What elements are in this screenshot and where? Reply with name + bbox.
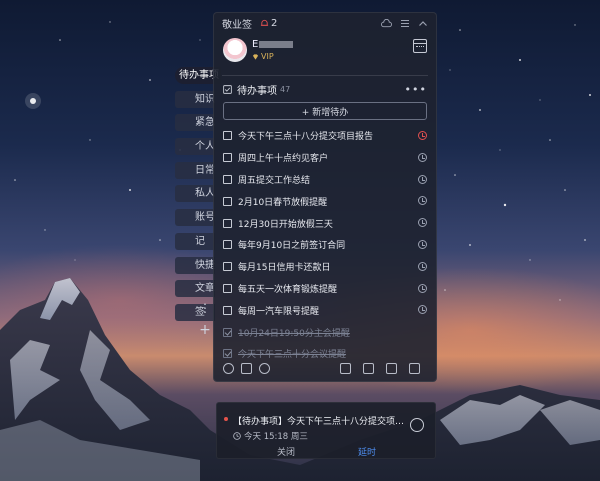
alarm-clock-icon[interactable] [418,218,427,228]
task-checkbox[interactable] [223,262,232,272]
tag-shortcut[interactable]: 快捷 [175,256,215,274]
task-list: 今天下午三点十八分提交项目报告 周四上午十点约见客户 周五提交工作总结 2月10… [214,125,436,365]
calendar-icon[interactable] [413,39,427,53]
task-checkbox[interactable] [223,131,232,141]
collapse-chevron-icon[interactable] [418,19,428,28]
reminder-time: 今天 15:18 周三 [233,430,308,442]
list-count: 47 [280,84,291,94]
mark-done-circle-icon[interactable] [410,418,424,432]
search-icon[interactable] [259,362,270,374]
alarm-clock-icon[interactable] [418,305,427,315]
alarm-clock-icon[interactable] [418,261,427,271]
avatar[interactable] [223,38,247,62]
completed-task-item[interactable]: 10月24日19:50分主会提醒 [214,321,436,343]
alarm-clock-icon[interactable] [418,239,427,249]
vip-label: VIP [261,52,274,61]
task-text: 今天下午三点十八分提交项目报告 [238,132,374,143]
bell-icon [260,19,269,26]
notification-count: 2 [271,17,278,29]
tag-daily[interactable]: 日常 [175,161,215,179]
list-title: 待办事项 [237,85,277,97]
reminder-message: 【待办事项】今天下午三点十八分提交项目报告 [233,417,408,427]
clock-icon [233,432,241,440]
list-more-icon[interactable]: ••• [405,83,427,96]
username-redaction [259,41,293,48]
sticky-note-panel: 敬业签 2 E VIP 待办事项 47 ••• + 新增待办 今天下午三点十八分… [213,12,437,382]
task-text: 每月15日信用卡还款日 [238,263,331,274]
task-item[interactable]: 每年9月10日之前签订合同 [214,234,436,256]
grid-view-icon[interactable] [386,362,397,374]
task-text: 每五天一次体育锻炼提醒 [238,284,338,295]
vip-badge: VIP [252,52,274,61]
task-text: 12月30日开始放假三天 [238,219,333,230]
tag-personal[interactable]: 个人 [175,138,215,156]
menu-icon[interactable] [400,19,410,28]
task-item[interactable]: 周四上午十点约见客户 [214,147,436,169]
task-item[interactable]: 周五提交工作总结 [214,169,436,191]
task-text: 周五提交工作总结 [238,175,311,186]
username: E [252,39,259,50]
close-reminder-button[interactable]: 关闭 [277,445,295,458]
toolbar-right-group [340,362,427,374]
task-checkbox[interactable] [223,240,232,250]
clock-icon[interactable] [223,362,234,374]
task-item[interactable]: 12月30日开始放假三天 [214,212,436,234]
list-header: 待办事项 47 ••• [214,76,436,102]
add-icon[interactable] [340,362,351,374]
task-checkbox[interactable] [223,283,232,293]
more-tags-icon[interactable]: ⋮ [195,299,215,317]
add-todo-button[interactable]: + 新增待办 [223,102,427,120]
snooze-button[interactable]: 延时 [358,445,376,458]
task-text: 每周一汽车限号提醒 [238,306,320,317]
add-tag-button[interactable]: + [195,321,215,339]
alarm-clock-icon[interactable] [418,131,427,140]
edit-note-icon[interactable] [241,362,252,374]
task-text: 2月10日春节放假提醒 [238,197,328,208]
diamond-icon [252,53,259,60]
task-checkbox[interactable] [223,196,232,206]
task-checkbox[interactable] [223,153,232,163]
task-checkbox-checked[interactable] [223,327,232,337]
reminder-popup: 【待办事项】今天下午三点十八分提交项目报告 今天 15:18 周三 关闭 延时 [216,402,436,459]
task-item[interactable]: 每五天一次体育锻炼提醒 [214,278,436,300]
alert-dot [224,417,228,421]
tag-private[interactable]: 私人 [175,185,215,203]
alarm-clock-icon[interactable] [418,196,427,206]
app-name: 敬业签 [222,19,252,31]
tag-urgent[interactable]: 紧急 [175,114,215,132]
task-text: 10月24日19:50分主会提醒 [238,328,350,339]
task-checkbox[interactable] [223,174,232,184]
title-bar: 敬业签 2 [214,13,436,33]
alarm-clock-icon[interactable] [418,152,427,162]
cloud-sync-icon[interactable] [381,18,392,28]
export-icon[interactable] [409,362,420,374]
tag-sidebar: 待办事项 知识 紧急 个人 日常 私人 账号 记 快捷 文章 签 ⋮ + [175,67,221,338]
task-item[interactable]: 今天下午三点十八分提交项目报告 [214,125,436,147]
task-item[interactable]: 每月15日信用卡还款日 [214,256,436,278]
task-item[interactable]: 2月10日春节放假提醒 [214,190,436,212]
task-checkbox[interactable] [223,218,232,228]
alarm-clock-icon[interactable] [418,174,427,184]
tag-articles[interactable]: 文章 [175,280,215,298]
task-checkbox[interactable] [223,305,232,315]
tag-knowledge[interactable]: 知识 [175,90,215,108]
user-profile: E VIP [214,33,436,75]
task-text: 周四上午十点约见客户 [238,154,329,165]
task-item[interactable]: 每周一汽车限号提醒 [214,299,436,321]
bottom-toolbar [214,355,436,381]
tag-account[interactable]: 账号 [175,209,215,227]
tag-notes[interactable]: 记 [175,232,215,250]
list-view-icon[interactable] [363,362,374,374]
checklist-icon [223,84,232,94]
notification-button[interactable]: 2 [260,18,277,29]
alarm-clock-icon[interactable] [418,283,427,293]
reminder-time-text: 今天 15:18 周三 [244,432,308,442]
task-text: 每年9月10日之前签订合同 [238,241,346,252]
